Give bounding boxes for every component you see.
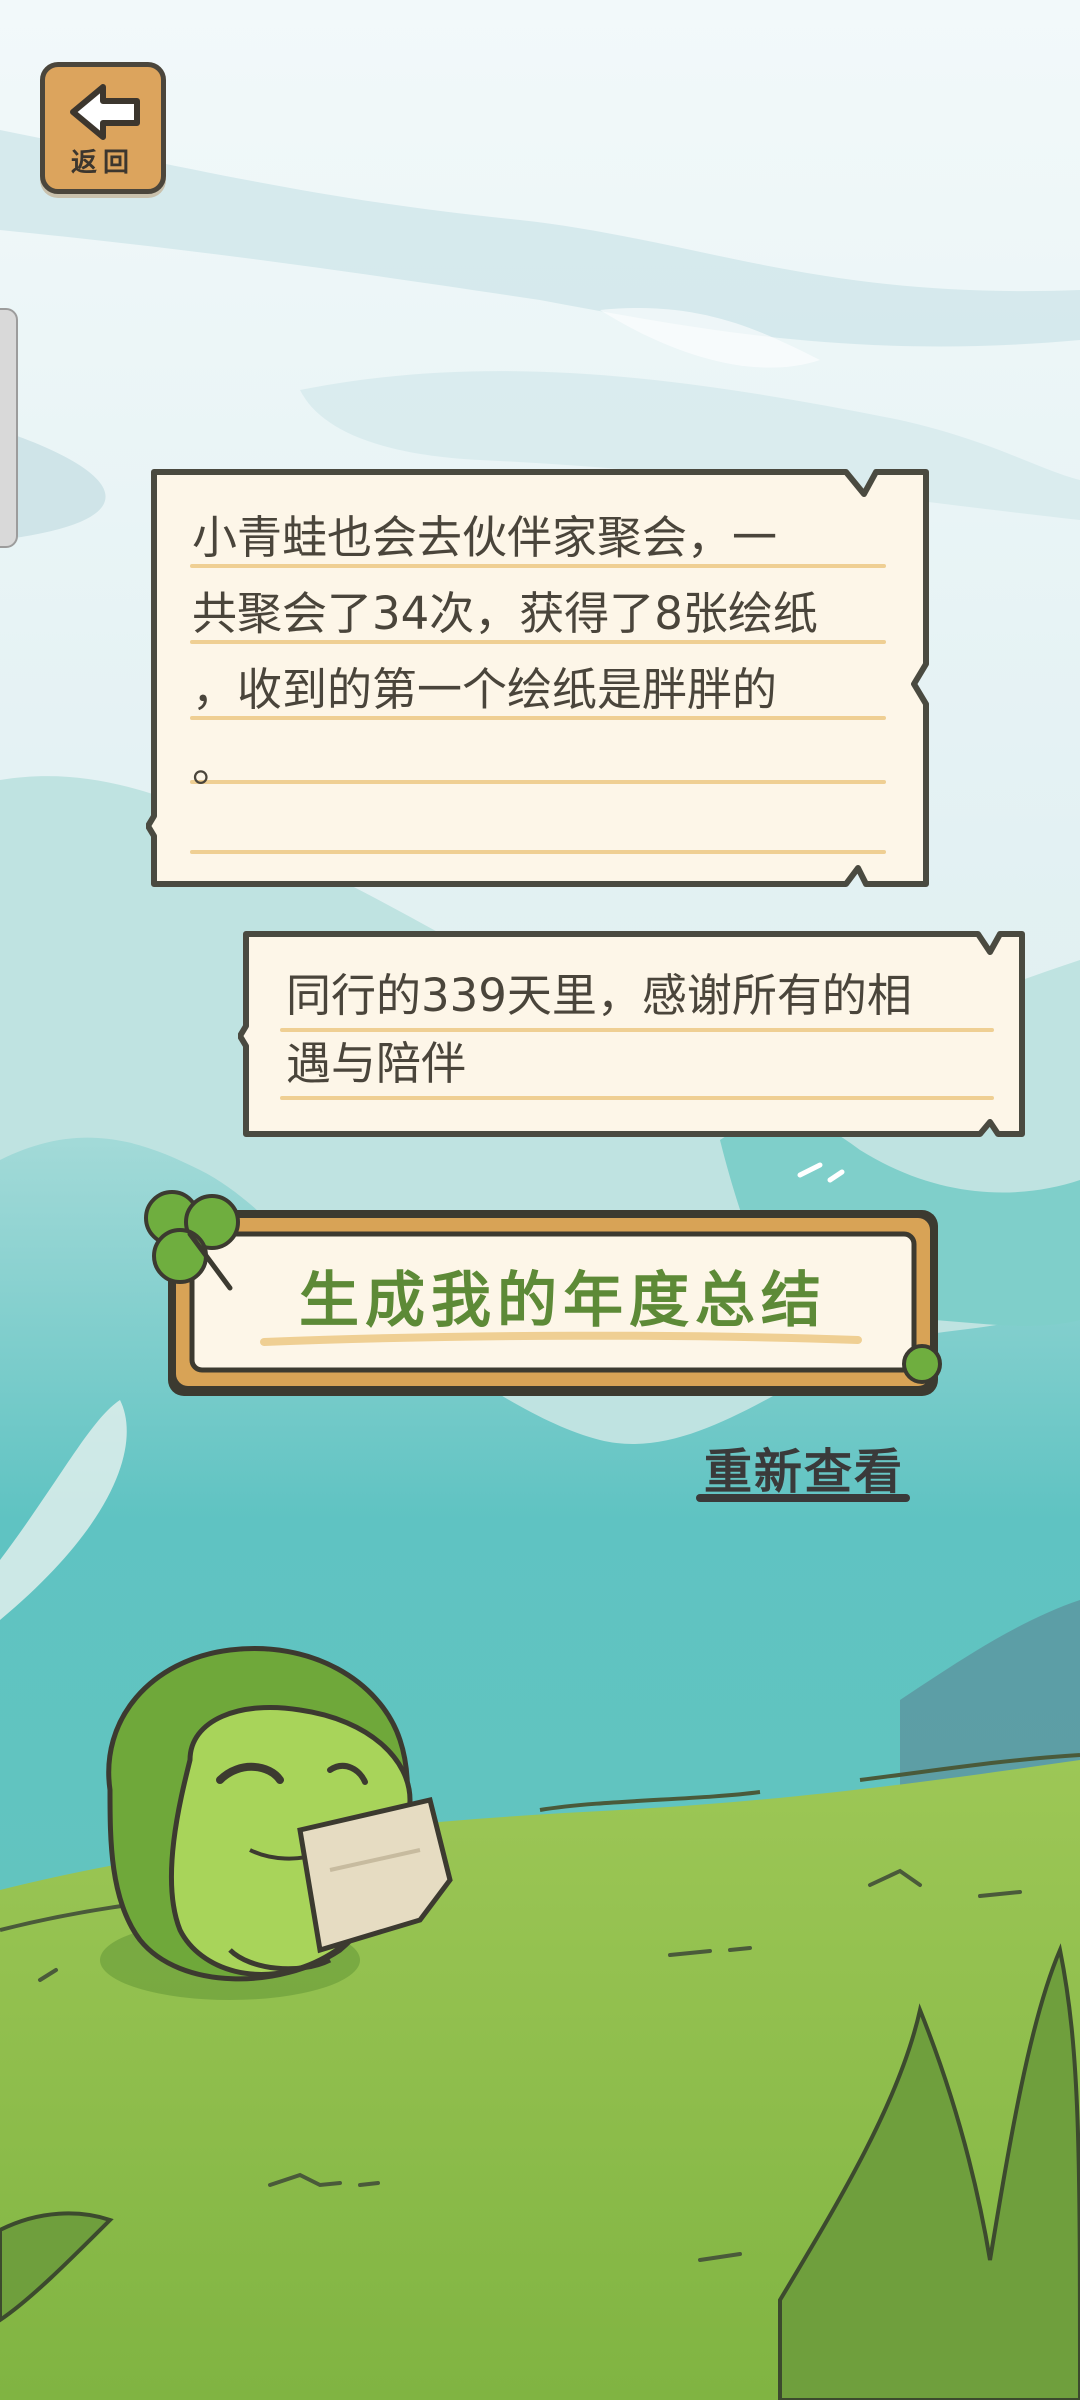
back-label: 返回 (70, 148, 135, 178)
message-text-2: 同行的339天里，感谢所有的相 遇与陪伴 (286, 969, 912, 1090)
back-arrow-icon (70, 84, 140, 140)
message-note-1: 小青蛙也会去伙伴家聚会，一 共聚会了34次，获得了8张绘纸 ，收到的第一个绘纸是… (146, 464, 934, 892)
side-handle[interactable] (0, 308, 18, 548)
generate-summary-button[interactable]: 生成我的年度总结 (144, 1190, 942, 1396)
review-again-link[interactable]: 重新查看 (694, 1432, 914, 1502)
leaf-icon (902, 1344, 942, 1384)
note-line (190, 850, 886, 854)
clover-icon (144, 1190, 240, 1291)
generate-summary-label: 生成我的年度总结 (299, 1266, 827, 1336)
review-underline (696, 1494, 910, 1502)
back-button[interactable]: 返回 (40, 62, 166, 194)
message-note-2: 同行的339天里，感谢所有的相 遇与陪伴 (238, 926, 1030, 1142)
message-text-1: 小青蛙也会去伙伴家聚会，一 共聚会了34次，获得了8张绘纸 ，收到的第一个绘纸是… (192, 511, 818, 792)
